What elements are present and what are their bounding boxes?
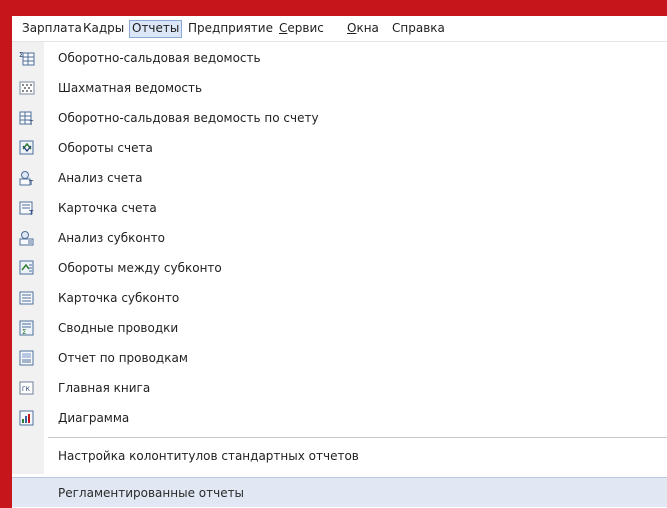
- menu-item-entries-report[interactable]: Отчет по проводкам: [12, 343, 667, 373]
- menu-item-subconto-analysis[interactable]: Анализ субконто: [12, 223, 667, 253]
- menu-salary-label: Зарплата: [22, 21, 82, 35]
- menu-item-summary-entries[interactable]: Σ Сводные проводки: [12, 313, 667, 343]
- menu-personnel[interactable]: Кадры: [81, 20, 126, 38]
- svg-text:T: T: [28, 119, 34, 126]
- menu-item-label: Анализ счета: [58, 171, 143, 185]
- menu-item-label: Отчет по проводкам: [58, 351, 188, 365]
- menu-item-label: Шахматная ведомость: [58, 81, 203, 95]
- menu-enterprise[interactable]: Предприятие: [186, 20, 275, 38]
- menu-item-label: Анализ субконто: [58, 231, 165, 245]
- subconto-turnovers-icon: [19, 260, 34, 275]
- menu-item-subconto-card[interactable]: Карточка субконто: [12, 283, 667, 313]
- entries-report-icon: [19, 350, 34, 366]
- menu-personnel-label: Кадры: [83, 21, 125, 35]
- menu-item-label: Главная книга: [58, 381, 151, 395]
- menu-enterprise-label: Предприятие: [188, 21, 273, 35]
- general-ledger-icon: ГК: [19, 381, 34, 395]
- account-card-icon: T: [19, 201, 34, 216]
- svg-text:ГК: ГК: [22, 386, 31, 393]
- menu-item-account-turnovers[interactable]: Обороты счета: [12, 133, 667, 163]
- chess-sheet-icon: [19, 81, 35, 95]
- menu-item-label: Обороты счета: [58, 141, 153, 155]
- menu-item-label: Диаграмма: [58, 411, 130, 425]
- menu-item-label: Обороты между субконто: [58, 261, 222, 275]
- menu-item-label: Карточка счета: [58, 201, 157, 215]
- turnover-balance-sheet-icon: Σ: [19, 51, 35, 66]
- menu-item-account-turnover-balance[interactable]: T Оборотно-сальдовая ведомость по счету: [12, 103, 667, 133]
- menu-item-account-card[interactable]: T Карточка счета: [12, 193, 667, 223]
- menu-item-header-footer-settings[interactable]: Настройка колонтитулов стандартных отчет…: [12, 441, 667, 471]
- menu-item-label: Оборотно-сальдовая ведомость по счету: [58, 111, 319, 125]
- menu-service-label: ервис: [287, 21, 324, 35]
- menu-windows-label: кна: [356, 21, 379, 35]
- svg-text:T: T: [28, 209, 34, 216]
- menu-item-label: Сводные проводки: [58, 321, 179, 335]
- menu-item-label: Оборотно-сальдовая ведомость: [58, 51, 261, 65]
- account-turnovers-icon: [19, 140, 34, 155]
- menu-item-label: Регламентированные отчеты: [58, 486, 245, 500]
- account-analysis-icon: T: [19, 171, 34, 186]
- menu-service[interactable]: Сервис: [277, 20, 326, 38]
- menu-reports-label: Отчеты: [132, 21, 180, 35]
- reports-dropdown: Σ Оборотно-сальдовая ведомость Шахматная…: [12, 42, 667, 508]
- menu-help-label: Справка: [392, 21, 445, 35]
- menu-item-diagram[interactable]: Диаграмма: [12, 403, 667, 433]
- svg-text:Σ: Σ: [19, 51, 23, 59]
- menu-reports[interactable]: Отчеты: [129, 20, 183, 38]
- menu-separator: [48, 437, 667, 438]
- menu-item-label: Карточка субконто: [58, 291, 180, 305]
- diagram-icon: [19, 410, 34, 426]
- menu-windows[interactable]: Окна: [345, 20, 381, 38]
- summary-entries-icon: Σ: [19, 320, 34, 336]
- menu-help[interactable]: Справка: [390, 20, 447, 38]
- svg-text:T: T: [28, 179, 34, 186]
- svg-text:Σ: Σ: [22, 328, 26, 336]
- menu-item-regulated-reports[interactable]: Регламентированные отчеты: [12, 477, 667, 507]
- menu-item-subconto-turnovers[interactable]: Обороты между субконто: [12, 253, 667, 283]
- menu-item-general-ledger[interactable]: ГК Главная книга: [12, 373, 667, 403]
- subconto-card-icon: [19, 291, 34, 305]
- account-turnover-balance-icon: T: [19, 111, 34, 126]
- menu-salary[interactable]: Зарплата: [20, 20, 84, 38]
- menu-item-label: Настройка колонтитулов стандартных отчет…: [58, 449, 359, 463]
- menu-item-turnover-balance-sheet[interactable]: Σ Оборотно-сальдовая ведомость: [12, 43, 667, 73]
- subconto-analysis-icon: [19, 231, 34, 246]
- menu-item-chess-sheet[interactable]: Шахматная ведомость: [12, 73, 667, 103]
- menu-item-account-analysis[interactable]: T Анализ счета: [12, 163, 667, 193]
- menu-bar: Зарплата Кадры Отчеты Предприятие Сервис…: [12, 16, 667, 42]
